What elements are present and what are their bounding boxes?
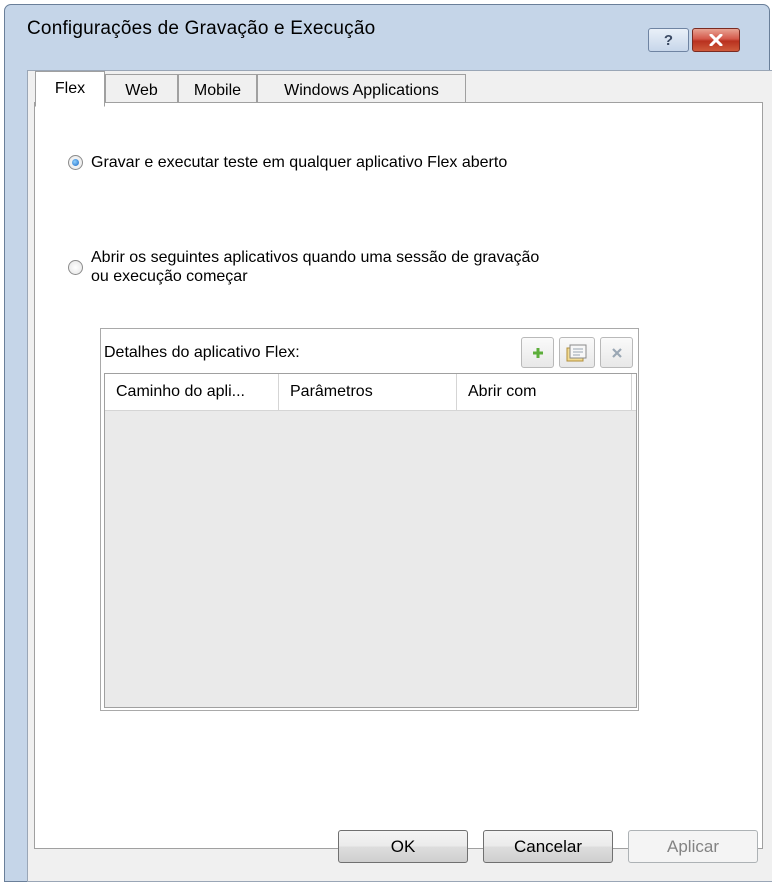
group-label: Detalhes do aplicativo Flex: — [104, 344, 300, 361]
flex-tab-panel: Gravar e executar teste em qualquer apli… — [34, 102, 763, 849]
radio-label: Gravar e executar teste em qualquer apli… — [91, 154, 508, 171]
edit-button[interactable] — [559, 337, 595, 368]
radio-button[interactable] — [68, 155, 83, 170]
radio-open-apps[interactable]: Abrir os seguintes aplicativos quando um… — [68, 248, 539, 286]
radio-button[interactable] — [68, 260, 83, 275]
help-icon: ? — [663, 31, 674, 49]
ok-button[interactable]: OK — [338, 830, 468, 863]
radio-label-line: ou execução começar — [91, 268, 248, 285]
radio-any-flex-app[interactable]: Gravar e executar teste em qualquer apli… — [68, 153, 507, 172]
table-header: Caminho do apli... Parâmetros Abrir com — [105, 374, 636, 411]
add-button[interactable] — [521, 337, 554, 368]
help-button[interactable]: ? — [648, 28, 689, 52]
apply-button[interactable]: Aplicar — [628, 830, 758, 863]
flex-app-details-group: Detalhes do aplicativo Flex: Caminho do … — [100, 328, 639, 711]
tab-label: Mobile — [193, 81, 242, 99]
apps-table[interactable]: Caminho do apli... Parâmetros Abrir com — [104, 373, 637, 708]
button-label: Cancelar — [513, 836, 583, 856]
column-header-path[interactable]: Caminho do apli... — [105, 374, 279, 410]
tab-label: Web — [125, 81, 158, 99]
tab-label: Windows Applications — [284, 81, 439, 99]
delete-icon — [611, 347, 622, 358]
tab-label: Flex — [54, 80, 86, 97]
cancel-button[interactable]: Cancelar — [483, 830, 613, 863]
dialog-client-area: Flex Web Mobile Windows Applications Gra… — [27, 70, 772, 882]
column-header-open-with[interactable]: Abrir com — [457, 374, 632, 410]
column-header-parameters[interactable]: Parâmetros — [279, 374, 457, 410]
radio-label: Abrir os seguintes aplicativos quando um… — [91, 248, 539, 286]
tab-flex[interactable]: Flex — [35, 71, 105, 107]
close-icon — [709, 34, 723, 46]
edit-icon — [566, 344, 587, 361]
window-title: Configurações de Gravação e Execução — [27, 18, 376, 39]
button-label: OK — [390, 836, 416, 856]
button-label: Aplicar — [667, 836, 719, 856]
radio-label-line: Abrir os seguintes aplicativos quando um… — [91, 249, 540, 266]
add-icon — [532, 347, 543, 358]
close-button[interactable] — [692, 28, 740, 52]
delete-button[interactable] — [600, 337, 633, 368]
